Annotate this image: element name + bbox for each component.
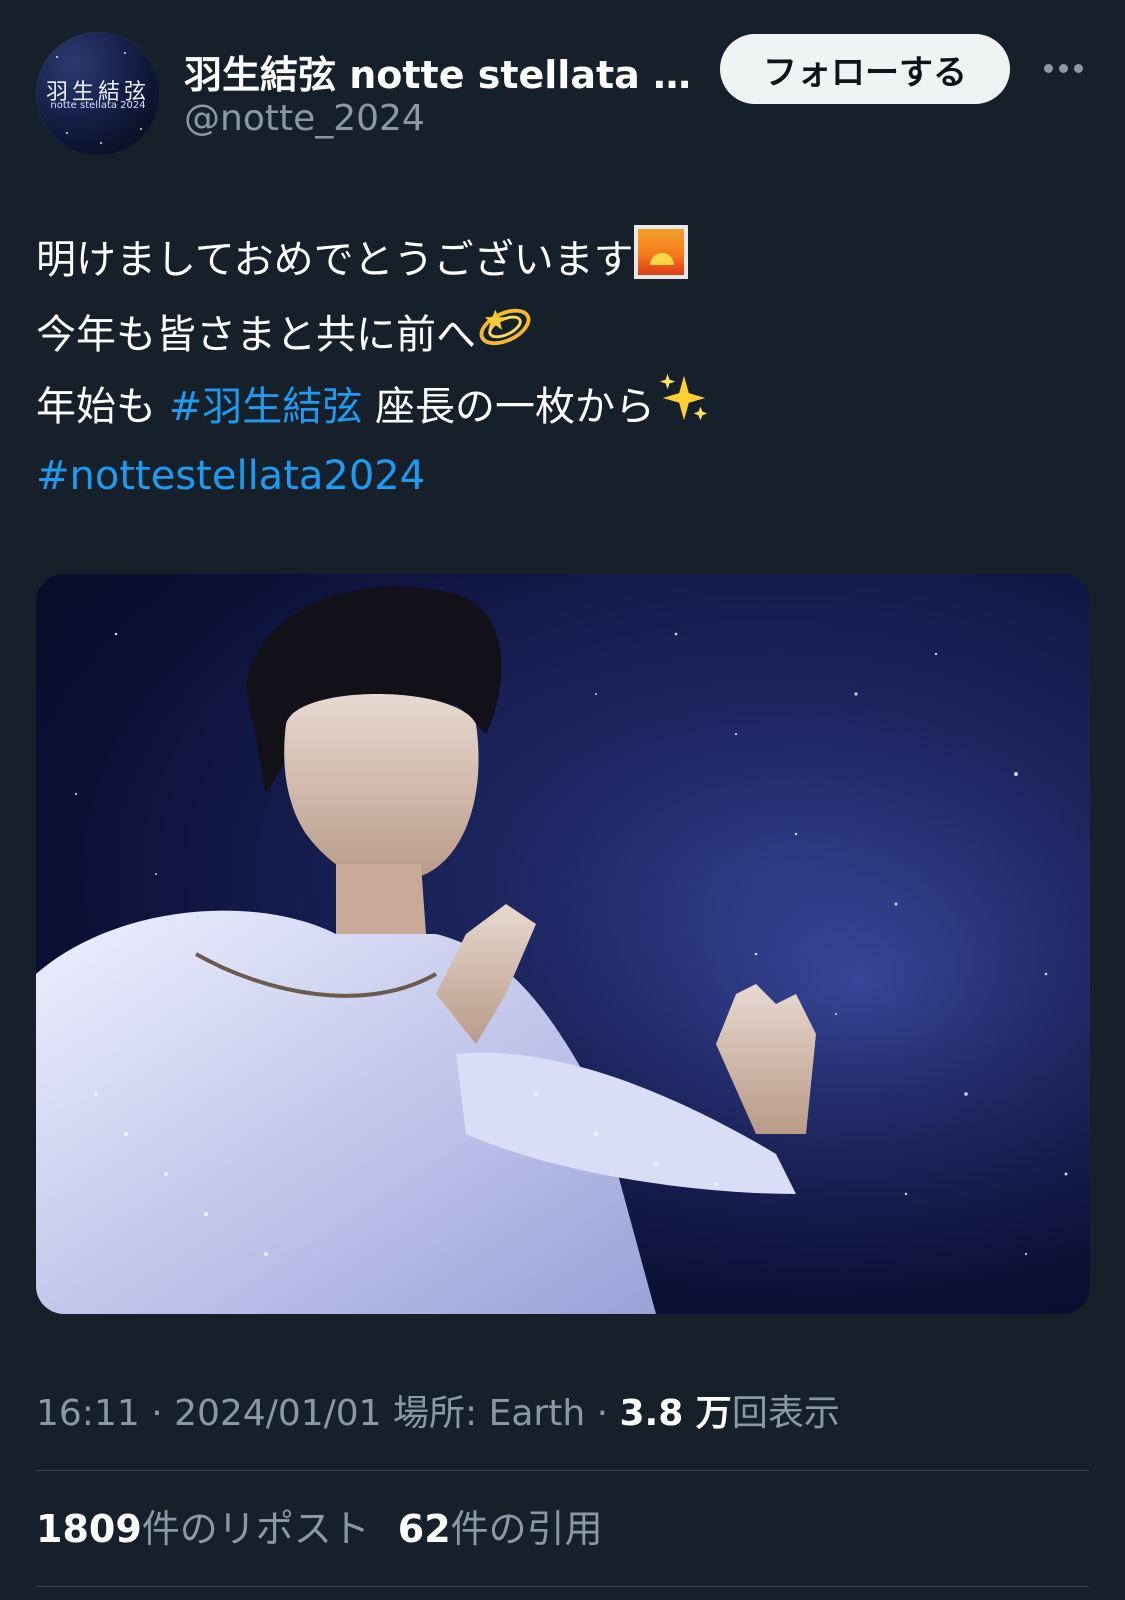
tweet-line-2-text: 今年も皆さまと共に前へ [36, 312, 476, 358]
avatar-subtitle: notte stellata 2024 [50, 100, 146, 111]
more-horizontal-icon[interactable] [1040, 60, 1086, 76]
reposts-count[interactable]: 1809 [36, 1507, 142, 1551]
tweet-text: 明けましておめでとうございます 今年も皆さまと共に前へ 年始も #羽生結弦 座長… [36, 224, 1086, 512]
tweet-detail-page: 羽生結弦 notte stellata 2024 羽生結弦 notte stel… [0, 0, 1125, 1600]
follow-button[interactable]: フォローする [720, 34, 1010, 104]
more-dot [1058, 63, 1068, 73]
tweet-line-1-text: 明けましておめでとうございます [36, 237, 634, 283]
tweet-header: 羽生結弦 notte stellata 2024 羽生結弦 notte stel… [0, 0, 1125, 170]
tweet-line-2: 今年も皆さまと共に前へ [36, 296, 1086, 368]
quotes-label[interactable]: 件の引用 [451, 1507, 603, 1551]
tweet-line-4: #nottestellata2024 [36, 440, 1086, 512]
meta-separator: · [585, 1393, 620, 1434]
views-label: 回表示 [731, 1393, 840, 1434]
tweet-date[interactable]: 2024/01/01 [174, 1393, 382, 1434]
tweet-line-1: 明けましておめでとうございます [36, 224, 1086, 296]
dizzy-emoji [479, 308, 531, 346]
photo-illustration [36, 574, 1090, 1314]
meta-separator: · [139, 1393, 175, 1434]
quotes-count[interactable]: 62 [398, 1507, 451, 1551]
avatar[interactable]: 羽生結弦 notte stellata 2024 [36, 32, 160, 156]
tweet-photo[interactable] [36, 574, 1090, 1314]
tweet-line-3-before: 年始も [36, 384, 169, 430]
tweet-location: 場所: Earth [381, 1393, 586, 1434]
tweet-line-3: 年始も #羽生結弦 座長の一枚から [36, 368, 1086, 440]
views-count[interactable]: 3.8 万 [620, 1393, 732, 1434]
sunrise-emoji [633, 225, 688, 279]
sparkles-emoji [659, 373, 708, 421]
more-dot [1043, 63, 1053, 73]
display-name[interactable]: 羽生結弦 notte stellata 2… [184, 44, 704, 99]
divider [36, 1470, 1089, 1471]
hashtag-link-nottestellata[interactable]: #nottestellata2024 [36, 453, 425, 499]
hashtag-link-hanyu[interactable]: #羽生結弦 [169, 384, 363, 430]
divider [36, 1586, 1089, 1587]
tweet-time[interactable]: 16:11 [36, 1393, 140, 1434]
user-handle[interactable]: @notte_2024 [184, 98, 425, 139]
more-dot [1073, 63, 1083, 73]
tweet-stats: 1809件のリポスト 62件の引用 [36, 1498, 603, 1553]
tweet-line-3-after: 座長の一枚から [362, 384, 655, 430]
reposts-label[interactable]: 件のリポスト [142, 1507, 370, 1551]
tweet-meta: 16:11 · 2024/01/01 場所: Earth · 3.8 万回表示 [36, 1384, 840, 1436]
